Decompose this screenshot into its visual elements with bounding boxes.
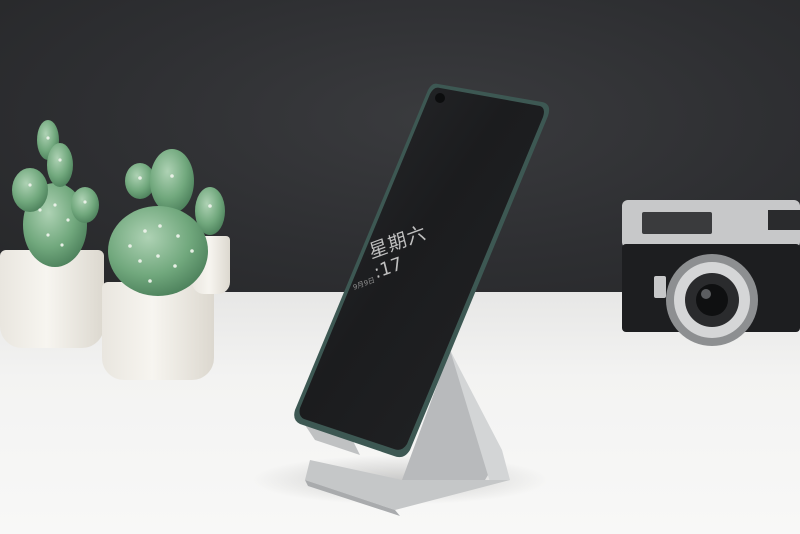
left-cactus xyxy=(12,120,99,267)
photo-scene: 星期六 :17 9月9日 xyxy=(0,0,800,534)
vintage-camera xyxy=(622,200,800,346)
middle-cactus-pot xyxy=(102,282,214,380)
smartphone xyxy=(294,83,550,458)
middle-cactus xyxy=(108,149,225,296)
